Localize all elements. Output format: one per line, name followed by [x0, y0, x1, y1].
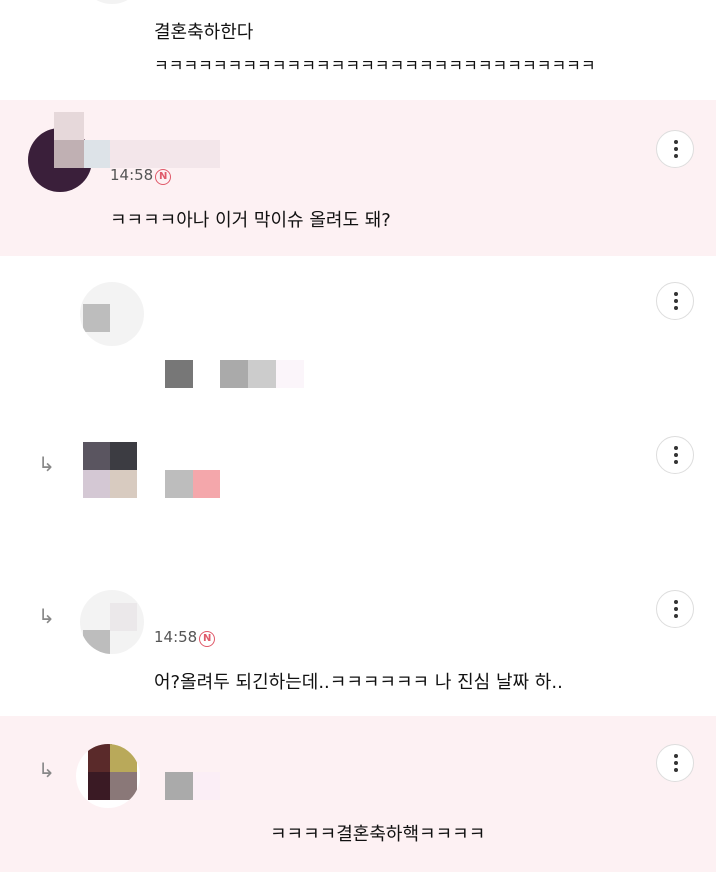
avatar[interactable] — [80, 282, 144, 346]
content-blurred — [193, 772, 220, 800]
comment-text: ㅋㅋㅋㅋㅋㅋㅋㅋㅋㅋㅋㅋㅋㅋㅋㅋㅋㅋㅋㅋㅋㅋㅋㅋㅋㅋㅋㅋㅋㅋ — [154, 56, 596, 75]
username-blurred — [54, 112, 84, 140]
more-vertical-icon — [674, 754, 678, 758]
comment-item: 14:58 N ㅋㅋㅋㅋ아나 이거 막이슈 올려도 돼? — [0, 100, 716, 256]
more-options-button[interactable] — [656, 130, 694, 168]
comment-text: ㅋㅋㅋㅋ결혼축하핵ㅋㅋㅋㅋ — [270, 824, 486, 845]
comment-text: 결혼축하한다 — [154, 22, 254, 43]
comment-text: 어?올려두 되긴하는데..ㅋㅋㅋㅋㅋㅋ 나 진심 날짜 하.. — [154, 672, 563, 693]
comment-item: ↳ — [0, 416, 716, 566]
new-badge-icon: N — [155, 169, 172, 185]
more-options-button[interactable] — [656, 590, 694, 628]
username-blurred — [54, 140, 84, 168]
more-options-button[interactable] — [656, 282, 694, 320]
more-options-button[interactable] — [656, 744, 694, 782]
username-blurred — [110, 140, 220, 168]
more-vertical-icon — [674, 292, 678, 296]
more-vertical-icon — [674, 446, 678, 450]
comment-item: ↳ 14:58 N 어?올려두 되긴하는데..ㅋㅋㅋㅋㅋㅋ 나 진심 날짜 하.. — [0, 566, 716, 716]
avatar[interactable] — [80, 442, 138, 498]
content-blurred — [248, 360, 276, 388]
reply-arrow-icon: ↳ — [38, 452, 55, 476]
comment-time: 14:58 N — [110, 166, 172, 185]
avatar[interactable] — [80, 590, 144, 654]
content-blurred — [165, 772, 193, 800]
more-vertical-icon — [674, 140, 678, 144]
reply-arrow-icon: ↳ — [38, 758, 55, 782]
comment-text: ㅋㅋㅋㅋ아나 이거 막이슈 올려도 돼? — [110, 210, 391, 231]
comment-time: 14:58 N — [154, 628, 216, 647]
avatar[interactable] — [80, 0, 144, 4]
content-blurred — [276, 360, 304, 388]
content-blurred — [193, 470, 220, 498]
avatar[interactable] — [76, 744, 140, 808]
content-blurred — [165, 470, 193, 498]
new-badge-icon: N — [199, 631, 216, 647]
more-vertical-icon — [674, 600, 678, 604]
username-blurred — [84, 140, 110, 168]
comment-item: 결혼축하한다 ㅋㅋㅋㅋㅋㅋㅋㅋㅋㅋㅋㅋㅋㅋㅋㅋㅋㅋㅋㅋㅋㅋㅋㅋㅋㅋㅋㅋㅋㅋ — [0, 0, 716, 100]
content-blurred — [165, 360, 193, 388]
comment-item — [0, 256, 716, 416]
more-options-button[interactable] — [656, 436, 694, 474]
content-blurred — [220, 360, 248, 388]
reply-arrow-icon: ↳ — [38, 604, 55, 628]
comment-item: ↳ ㅋㅋㅋㅋ결혼축하핵ㅋㅋㅋㅋ — [0, 716, 716, 872]
